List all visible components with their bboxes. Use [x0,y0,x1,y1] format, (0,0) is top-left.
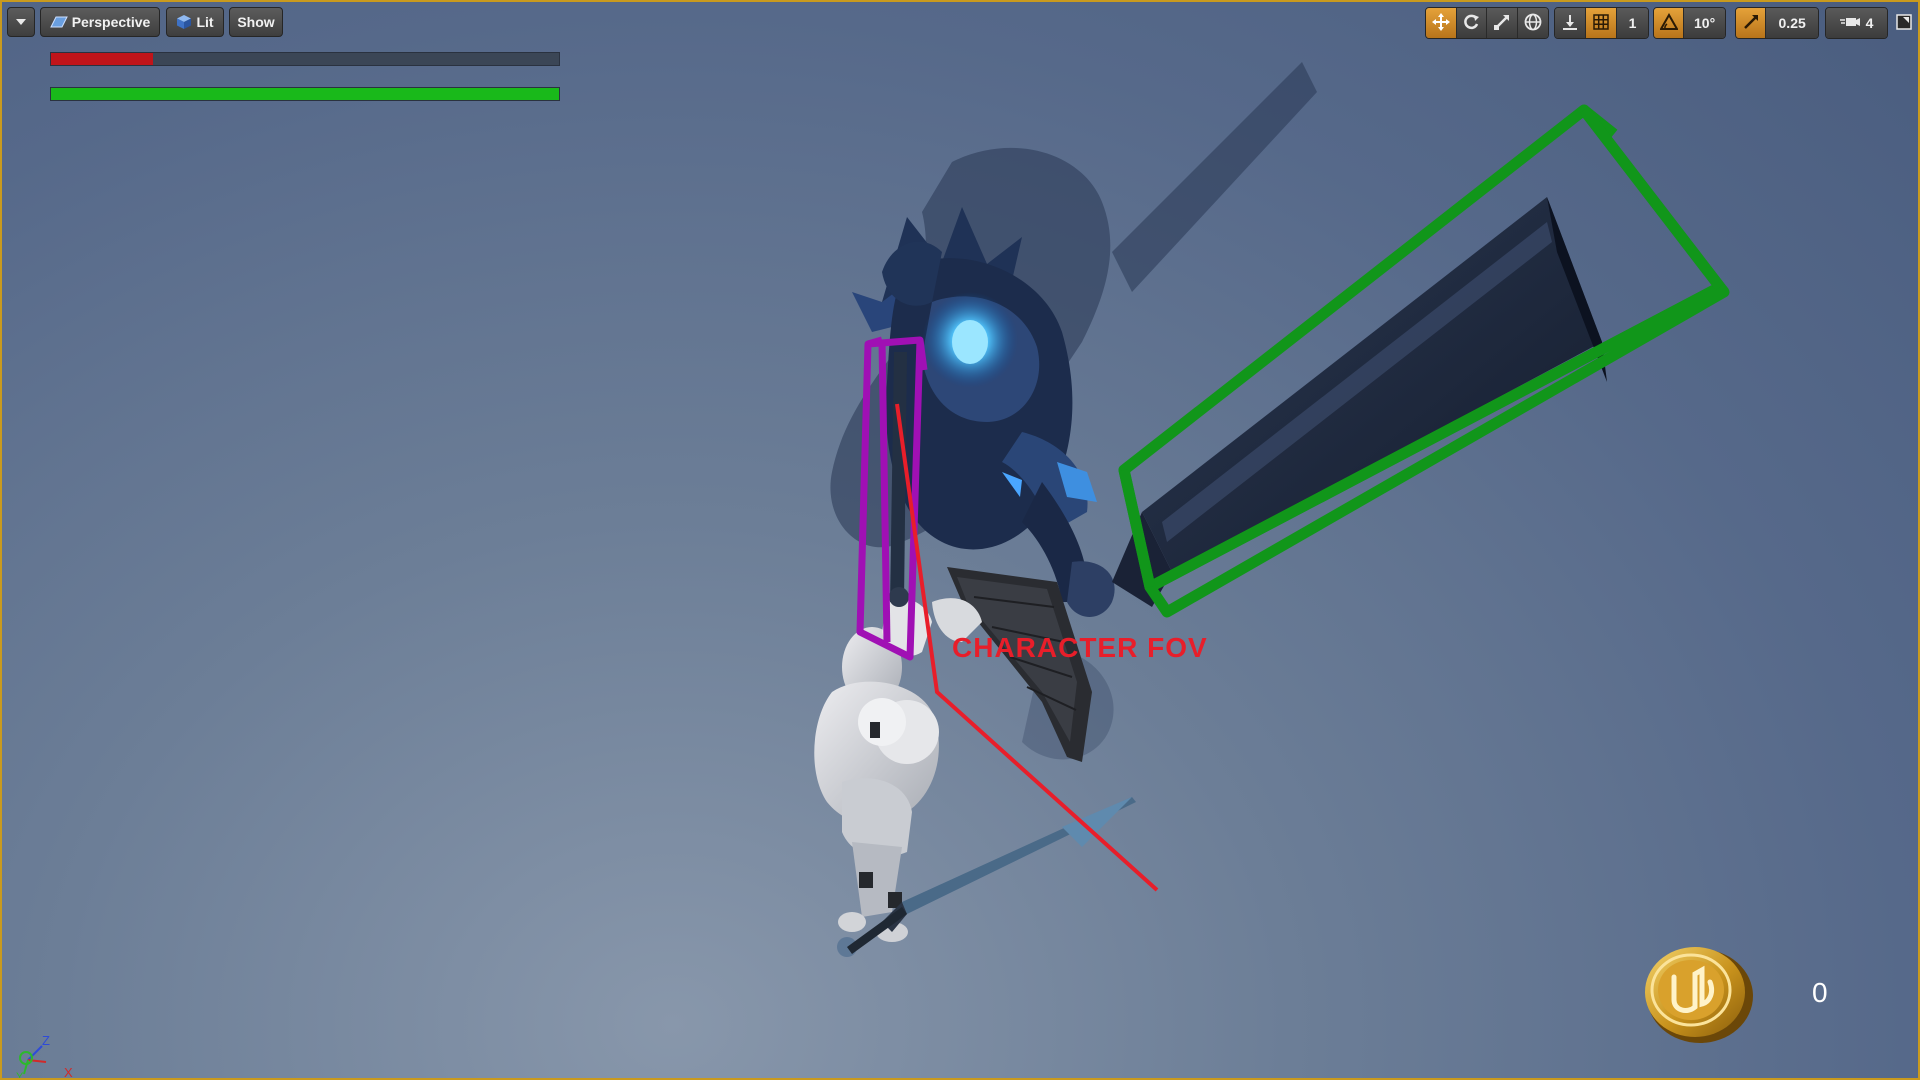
translate-icon [1431,12,1450,34]
viewport-options-button[interactable] [7,7,35,37]
axis-label-x: X [64,1065,73,1080]
health-bar [50,52,560,66]
stamina-bar [50,87,560,101]
camera-speed-value-label: 4 [1865,15,1874,31]
rotate-tool-button[interactable] [1456,8,1487,38]
scale-snap-group: 0.25 [1735,7,1819,39]
axis-gizmo: Z X Y [16,1033,73,1080]
grid-snap-toggle[interactable] [1586,8,1617,38]
coin-count: 0 [1812,977,1828,1008]
chevron-down-icon [15,18,27,26]
stamina-bar-fill [51,88,559,100]
rotate-icon [1462,13,1480,34]
perspective-icon [49,15,68,29]
camera-speed-group: 4 [1825,7,1888,39]
rotation-snap-value[interactable]: 10° [1684,8,1725,38]
maximize-viewport-icon [1895,14,1913,35]
rotation-snap-value-label: 10° [1694,15,1716,31]
view-mode-label: Lit [196,14,214,30]
view-mode-button[interactable]: Lit [166,7,224,37]
snapping-group: 1 [1554,7,1649,39]
axis-label-y: Y [16,1071,24,1080]
scale-tool-button[interactable] [1487,8,1518,38]
rotation-snap-toggle[interactable] [1654,8,1685,38]
world-space-icon [1524,13,1542,34]
show-button[interactable]: Show [229,7,283,37]
scale-icon [1493,13,1511,34]
scale-snap-value[interactable]: 0.25 [1766,8,1818,38]
camera-speed-button[interactable]: 4 [1826,8,1887,38]
health-bar-fill [51,53,153,65]
grid-snap-icon [1593,13,1609,33]
level-viewport[interactable]: Perspective Lit Show 1 10° 0.25 4 CHARAC… [0,0,1920,1080]
transform-tools-group [1425,7,1549,39]
scene-canvas [814,62,1753,1043]
character-fov-label: CHARACTER FOV [952,632,1208,663]
axis-label-z: Z [42,1033,50,1048]
scale-snap-toggle[interactable] [1736,8,1767,38]
rotation-snap-icon [1658,12,1679,34]
grid-snap-value-label: 1 [1628,15,1637,31]
surface-snap-icon [1561,13,1579,34]
perspective-label: Perspective [71,14,151,30]
unreal-coin-icon [1645,947,1753,1043]
translate-tool-button[interactable] [1426,8,1457,38]
scale-snap-icon [1743,14,1759,33]
grid-snap-value[interactable]: 1 [1617,8,1648,38]
perspective-button[interactable]: Perspective [40,7,160,37]
lit-cube-icon [176,14,192,30]
world-space-button[interactable] [1517,8,1548,38]
surface-snap-button[interactable] [1555,8,1586,38]
show-label: Show [237,14,275,30]
scale-snap-value-label: 0.25 [1778,15,1806,31]
maximize-viewport-button[interactable] [1895,13,1913,31]
rotation-snap-group: 10° [1653,7,1726,39]
camera-speed-icon [1839,15,1860,32]
